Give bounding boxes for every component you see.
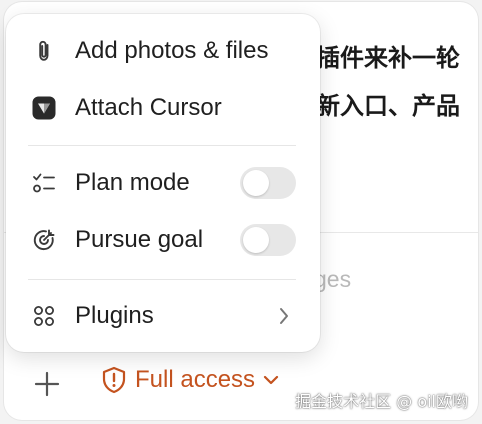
pursue-goal-toggle[interactable] (240, 224, 296, 256)
menu-item-label: Attach Cursor (75, 94, 222, 121)
chevron-down-icon (263, 374, 279, 386)
toggle-knob (243, 170, 269, 196)
menu-item-label: Plan mode (75, 169, 190, 196)
menu-item-add-photos-files[interactable]: Add photos & files (14, 26, 312, 76)
paperclip-icon (30, 37, 58, 65)
checklist-icon (30, 169, 58, 197)
add-button[interactable] (30, 367, 64, 401)
menu-divider (28, 145, 296, 146)
menu-item-pursue-goal[interactable]: Pursue goal (14, 215, 312, 265)
cursor-app-icon (30, 94, 58, 122)
menu-divider (28, 279, 296, 280)
toggle-knob (243, 227, 269, 253)
goal-icon (30, 226, 58, 254)
menu-item-attach-cursor[interactable]: Attach Cursor (14, 83, 312, 133)
menu-item-label: Plugins (75, 302, 154, 329)
shield-warning-icon (101, 366, 127, 394)
background-message-line-2: 新入口、产品 (316, 92, 460, 120)
watermark: 掘金技术社区 @ oil欧哟 (295, 392, 468, 411)
full-access-label: Full access (135, 366, 256, 393)
plan-mode-toggle[interactable] (240, 167, 296, 199)
full-access-button[interactable]: Full access (101, 366, 279, 394)
menu-item-label: Pursue goal (75, 226, 204, 253)
menu-item-label: Add photos & files (75, 37, 269, 64)
attach-menu: Add photos & files Attach Cursor Plan mo… (6, 14, 320, 352)
plus-icon (34, 371, 60, 397)
chevron-right-icon (278, 306, 290, 326)
menu-item-plan-mode[interactable]: Plan mode (14, 158, 312, 208)
plugins-grid-icon (30, 302, 58, 330)
screen: 插件来补一轮 新入口、产品 ges Full access 掘金技术社区 @ o… (0, 0, 482, 424)
menu-item-plugins[interactable]: Plugins (14, 291, 312, 341)
background-message-line-1: 插件来补一轮 (316, 44, 460, 72)
